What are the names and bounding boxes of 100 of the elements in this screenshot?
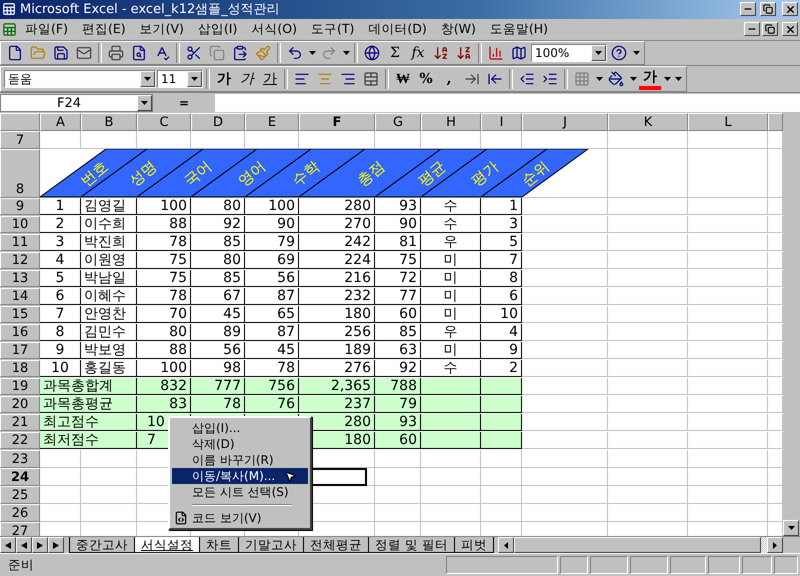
menu-item[interactable]: 이동/복사(M)... (172, 468, 308, 484)
row-header[interactable]: 19 (0, 378, 40, 396)
table-cell: 미 (421, 288, 481, 306)
redo-icon (321, 45, 337, 62)
row-header[interactable]: 11 (0, 234, 40, 252)
chart-icon (488, 45, 504, 62)
caret-down-icon (788, 526, 794, 530)
menu-item[interactable]: 편집(E) (76, 20, 132, 39)
name-box[interactable]: F24 (0, 94, 153, 112)
table-cell: 김민수 (81, 324, 137, 342)
column-header[interactable]: A (40, 113, 81, 132)
column-header[interactable]: B (81, 113, 137, 132)
table-cell: 80 (191, 198, 245, 216)
row-header[interactable]: 9 (0, 198, 40, 216)
formula-field[interactable] (215, 94, 800, 112)
minimize-button[interactable] (740, 2, 756, 16)
toolbar-button[interactable]: Σ (384, 42, 406, 64)
select-all-corner[interactable] (0, 113, 40, 132)
row-header[interactable]: 14 (0, 288, 40, 306)
sheet-tab[interactable]: 중간고사 (69, 537, 135, 554)
toolbar-button[interactable]: 가 (259, 68, 281, 90)
toolbar-button[interactable]: ₩ (392, 68, 414, 90)
column-header[interactable]: F (299, 113, 375, 132)
row-header[interactable]: 8 (0, 149, 40, 198)
toolbar-button[interactable]: fx (407, 42, 429, 64)
tab-nav-button[interactable] (16, 537, 32, 554)
row-header[interactable]: 12 (0, 252, 40, 270)
table-cell: 276 (299, 360, 375, 378)
toolbar-button[interactable]: , (438, 68, 460, 90)
minimize-button[interactable] (744, 22, 760, 36)
restore-button[interactable] (760, 2, 776, 16)
sheet-tab[interactable]: 전체평균 (303, 537, 369, 554)
combo-box[interactable]: 돋움 (4, 70, 156, 88)
column-header[interactable]: I (481, 113, 522, 132)
menu-item[interactable]: 창(W) (434, 20, 482, 39)
sheet-tab[interactable]: 서식설정 (134, 537, 200, 554)
column-header[interactable]: J (522, 113, 608, 132)
row-header[interactable]: 25 (0, 486, 40, 504)
menu-item[interactable]: 이름 바꾸기(R) (172, 452, 308, 468)
toolbar-button[interactable]: 가 (236, 68, 258, 90)
close-button[interactable] (782, 22, 798, 36)
restore-button[interactable] (762, 22, 778, 36)
table-cell: 100 (137, 198, 191, 216)
row-header[interactable]: 21 (0, 414, 40, 432)
status-panel (742, 556, 772, 574)
sheet-tab[interactable]: 기말고사 (238, 537, 304, 554)
table-cell: 216 (299, 270, 375, 288)
tab-nav-button[interactable] (32, 537, 48, 554)
close-button[interactable] (782, 2, 798, 16)
table-cell: 이원영 (81, 252, 137, 270)
row-header[interactable]: 10 (0, 216, 40, 234)
table-cell: 우 (421, 234, 481, 252)
menu-item[interactable]: 도구(T) (304, 20, 360, 39)
sort-ascending-icon (433, 45, 449, 62)
column-header[interactable]: K (608, 113, 688, 132)
toolbar-button[interactable]: % (415, 68, 437, 90)
scroll-right-button[interactable] (767, 537, 783, 554)
sheet-tab[interactable]: 정렬 및 필터 (368, 537, 455, 554)
column-header[interactable]: H (421, 113, 481, 132)
row-header[interactable]: 15 (0, 306, 40, 324)
combo-box[interactable]: 11 (157, 70, 203, 88)
toolbar-button[interactable]: 가 (639, 68, 661, 90)
column-header[interactable]: C (137, 113, 191, 132)
scroll-left-button[interactable] (498, 537, 514, 554)
row-header[interactable]: 18 (0, 360, 40, 378)
menu-item[interactable]: 파일(F) (19, 20, 74, 39)
decrease-indent-icon (519, 71, 535, 88)
menu-item[interactable]: 데이터(D) (362, 20, 433, 39)
column-header[interactable] (768, 113, 783, 132)
combo-box[interactable]: 100% (531, 44, 607, 62)
table-cell: 75 (137, 270, 191, 288)
status-text: 준비 (7, 556, 35, 574)
column-header[interactable]: E (245, 113, 299, 132)
menu-item[interactable]: 모든 시트 선택(S) (172, 484, 308, 500)
row-header[interactable]: 20 (0, 396, 40, 414)
table-cell: 10 (481, 306, 522, 324)
toolbar-button[interactable]: 가 (213, 68, 235, 90)
row-header[interactable]: 16 (0, 324, 40, 342)
column-header[interactable]: L (688, 113, 768, 132)
row-header[interactable]: 26 (0, 504, 40, 522)
row-header[interactable]: 27 (0, 522, 40, 536)
row-header[interactable]: 7 (0, 131, 40, 150)
column-header[interactable]: D (191, 113, 245, 132)
column-header[interactable]: G (375, 113, 421, 132)
scroll-down-button[interactable] (783, 520, 799, 536)
row-header[interactable]: 24 (0, 468, 40, 486)
menu-item[interactable]: 삽입(I) (192, 20, 244, 39)
sheet-tab[interactable]: 피벗 (454, 537, 494, 554)
horizontal-scrollbar[interactable] (498, 537, 783, 554)
row-header[interactable]: 17 (0, 342, 40, 360)
row-header[interactable]: 23 (0, 450, 40, 468)
tab-nav-button[interactable] (48, 537, 64, 554)
menu-item[interactable]: 코드 보기(V) (172, 510, 308, 526)
menu-item[interactable]: 보기(V) (134, 20, 190, 39)
row-header[interactable]: 22 (0, 432, 40, 450)
row-header[interactable]: 13 (0, 270, 40, 288)
tab-nav-button[interactable] (0, 537, 16, 554)
menu-item[interactable]: 서식(O) (245, 20, 303, 39)
menu-item[interactable]: 도움말(H) (484, 20, 554, 39)
sheet-tab[interactable]: 차트 (199, 537, 239, 554)
